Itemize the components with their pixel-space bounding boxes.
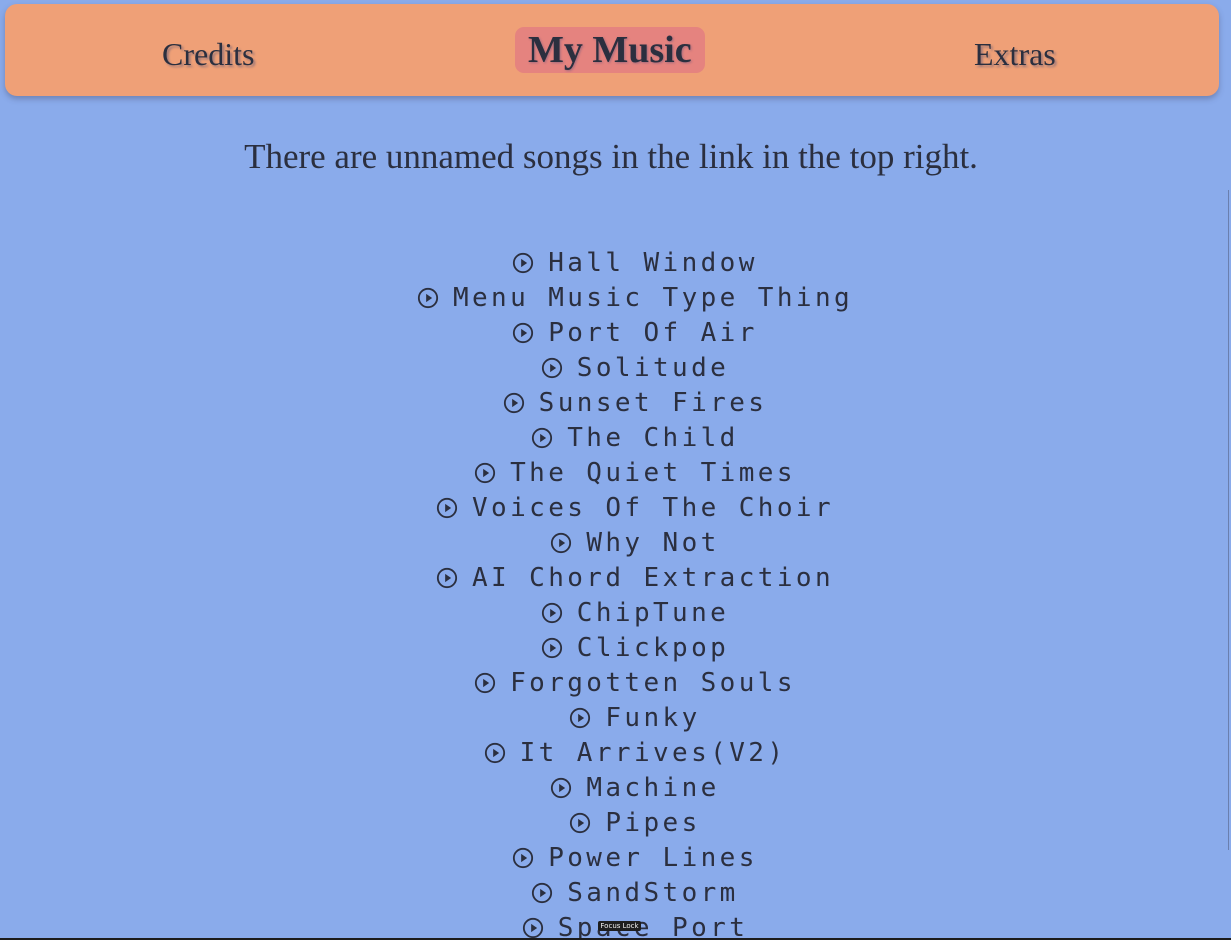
song-item[interactable]: The Quiet Times — [0, 456, 1231, 491]
song-title[interactable]: It Arrives(V2) — [520, 738, 787, 768]
play-circle-icon[interactable] — [531, 882, 553, 904]
song-title[interactable]: Solitude — [577, 353, 729, 383]
song-title[interactable]: Hall Window — [548, 248, 758, 278]
nav-link-extras[interactable]: Extras — [974, 32, 1056, 76]
song-item[interactable]: Port Of Air — [0, 316, 1231, 351]
song-item[interactable]: Voices Of The Choir — [0, 491, 1231, 526]
song-item[interactable]: ChipTune — [0, 596, 1231, 631]
play-circle-icon[interactable] — [569, 707, 591, 729]
song-item[interactable]: Sunset Fires — [0, 386, 1231, 421]
song-title[interactable]: ChipTune — [577, 598, 729, 628]
song-item[interactable]: Clickpop — [0, 631, 1231, 666]
song-title[interactable]: Why Not — [586, 528, 719, 558]
song-item[interactable]: The Child — [0, 421, 1231, 456]
song-title[interactable]: Forgotten Souls — [510, 668, 796, 698]
song-title[interactable]: Power Lines — [548, 843, 758, 873]
play-circle-icon[interactable] — [474, 462, 496, 484]
song-title[interactable]: The Quiet Times — [510, 458, 796, 488]
play-circle-icon[interactable] — [512, 322, 534, 344]
song-title[interactable]: Menu Music Type Thing — [453, 283, 853, 313]
song-item[interactable]: Funky — [0, 701, 1231, 736]
song-title[interactable]: The Child — [567, 423, 738, 453]
play-circle-icon[interactable] — [569, 812, 591, 834]
song-title[interactable]: Port Of Air — [548, 318, 758, 348]
scrollbar[interactable] — [1228, 190, 1229, 850]
page-notice: There are unnamed songs in the link in t… — [244, 137, 978, 176]
song-item[interactable]: Why Not — [0, 526, 1231, 561]
play-circle-icon[interactable] — [436, 567, 458, 589]
nav-link-my-music[interactable]: My Music — [515, 27, 705, 73]
play-circle-icon[interactable] — [484, 742, 506, 764]
song-title[interactable]: Machine — [586, 773, 719, 803]
top-navbar: Credits My Music Extras — [5, 4, 1219, 96]
play-circle-icon[interactable] — [550, 532, 572, 554]
play-circle-icon[interactable] — [512, 252, 534, 274]
song-item[interactable]: Forgotten Souls — [0, 666, 1231, 701]
song-list: Hall Window Menu Music Type Thing Port Of … — [0, 246, 1231, 940]
song-item[interactable]: SandStorm — [0, 876, 1231, 911]
nav-link-credits[interactable]: Credits — [162, 32, 254, 76]
song-item[interactable]: Machine — [0, 771, 1231, 806]
song-title[interactable]: Sunset Fires — [539, 388, 768, 418]
song-title[interactable]: SandStorm — [567, 878, 738, 908]
play-circle-icon[interactable] — [541, 602, 563, 624]
focus-lock-badge: Focus Lock — [598, 921, 641, 931]
play-circle-icon[interactable] — [531, 427, 553, 449]
song-title[interactable]: Pipes — [605, 808, 700, 838]
song-title[interactable]: Funky — [605, 703, 700, 733]
song-item[interactable]: Power Lines — [0, 841, 1231, 876]
song-item[interactable]: Pipes — [0, 806, 1231, 841]
play-circle-icon[interactable] — [550, 777, 572, 799]
play-circle-icon[interactable] — [417, 287, 439, 309]
song-title[interactable]: Clickpop — [577, 633, 729, 663]
play-circle-icon[interactable] — [436, 497, 458, 519]
play-circle-icon[interactable] — [474, 672, 496, 694]
song-item[interactable]: AI Chord Extraction — [0, 561, 1231, 596]
play-circle-icon[interactable] — [503, 392, 525, 414]
song-item[interactable]: Hall Window — [0, 246, 1231, 281]
song-title[interactable]: AI Chord Extraction — [472, 563, 834, 593]
play-circle-icon[interactable] — [512, 847, 534, 869]
play-circle-icon[interactable] — [522, 917, 544, 939]
play-circle-icon[interactable] — [541, 357, 563, 379]
song-title[interactable]: Voices Of The Choir — [472, 493, 834, 523]
song-item[interactable]: Menu Music Type Thing — [0, 281, 1231, 316]
song-title[interactable]: Space Port — [558, 913, 749, 940]
play-circle-icon[interactable] — [541, 637, 563, 659]
song-item[interactable]: It Arrives(V2) — [0, 736, 1231, 771]
song-item[interactable]: Solitude — [0, 351, 1231, 386]
